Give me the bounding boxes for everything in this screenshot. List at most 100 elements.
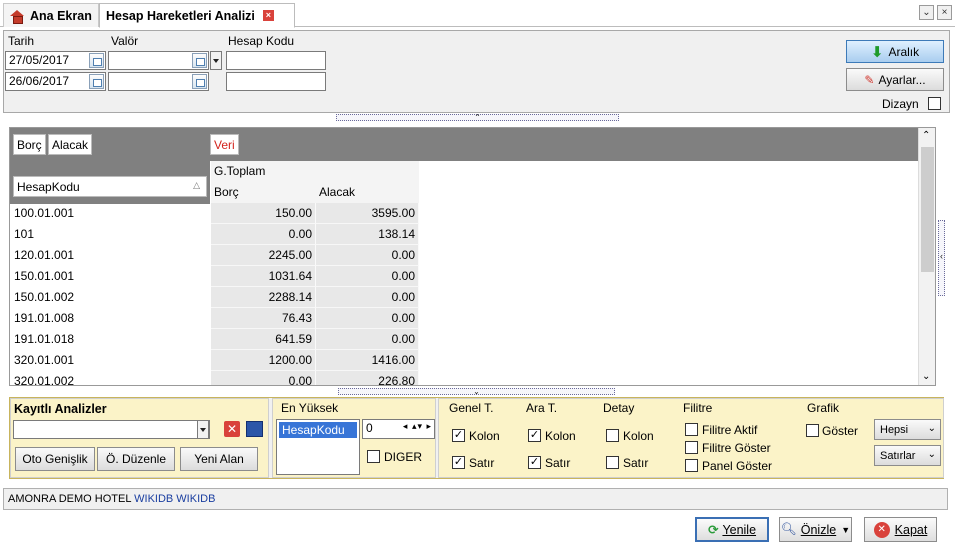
- diger-checkbox[interactable]: [367, 450, 380, 463]
- chevron-down-icon[interactable]: [197, 420, 209, 439]
- filitre-title: Filitre: [681, 401, 715, 415]
- en-yuksek-item[interactable]: HesapKodu: [279, 422, 357, 438]
- cell-alacak[interactable]: 0.00: [316, 287, 419, 308]
- cell-alacak[interactable]: 0.00: [316, 329, 419, 350]
- cell-alacak[interactable]: 226.80: [316, 371, 419, 385]
- cell-borc[interactable]: 76.43: [211, 308, 316, 329]
- hesap-kodu-from-input[interactable]: [226, 51, 326, 70]
- kapat-button[interactable]: ✕ Kapat: [864, 517, 937, 542]
- row-label[interactable]: 101: [10, 224, 210, 245]
- cell-borc[interactable]: 0.00: [211, 371, 316, 385]
- filitre-goster-checkbox[interactable]: [685, 441, 698, 454]
- cell-borc[interactable]: 1200.00: [211, 350, 316, 371]
- spinner-arrows-icon[interactable]: ◂ ▴▾ ▸: [403, 421, 432, 432]
- cell-alacak[interactable]: 0.00: [316, 266, 419, 287]
- ara-t-kolon-checkbox[interactable]: [528, 429, 541, 442]
- hepsi-select[interactable]: Hepsi ⌄: [874, 419, 941, 440]
- cell-alacak[interactable]: 138.14: [316, 224, 419, 245]
- save-icon[interactable]: [246, 421, 263, 437]
- chevron-down-icon[interactable]: ⌄: [919, 5, 934, 20]
- en-yuksek-count[interactable]: 0 ◂ ▴▾ ▸: [362, 419, 435, 439]
- yenile-label: Yenile: [722, 522, 757, 537]
- calendar-icon[interactable]: [192, 53, 207, 68]
- calendar-icon[interactable]: [89, 53, 104, 68]
- top-splitter[interactable]: ⌃: [336, 114, 619, 122]
- row-label[interactable]: 100.01.001: [10, 203, 210, 224]
- genel-t-satir-checkbox[interactable]: [452, 456, 465, 469]
- grafik-title: Grafik: [805, 401, 842, 415]
- satirlar-select[interactable]: Satırlar ⌄: [874, 445, 941, 466]
- chevron-down-icon[interactable]: ▼: [841, 525, 850, 535]
- cell-borc[interactable]: 1031.64: [211, 266, 316, 287]
- panel-goster-checkbox[interactable]: [685, 459, 698, 472]
- ara-t-satir-checkbox[interactable]: [528, 456, 541, 469]
- cell-borc[interactable]: 2288.14: [211, 287, 316, 308]
- grid-scrollbar[interactable]: ⌃ ⌄: [918, 128, 935, 385]
- valor-from-input[interactable]: [108, 51, 209, 70]
- cell-alacak[interactable]: 1416.00: [316, 350, 419, 371]
- filter-field-borc[interactable]: Borç: [13, 134, 46, 155]
- cell-alacak[interactable]: 3595.00: [316, 203, 419, 224]
- hesap-kodu-label: Hesap Kodu: [228, 34, 295, 48]
- tab-ana-ekran[interactable]: Ana Ekran: [3, 3, 99, 27]
- hesap-kodu-to-input[interactable]: [226, 72, 326, 91]
- calendar-icon[interactable]: [89, 74, 104, 89]
- side-splitter[interactable]: ‹: [938, 220, 945, 296]
- grafik-goster-label: Göster: [822, 424, 859, 438]
- column-header-alacak: Alacak: [316, 182, 419, 203]
- cell-borc[interactable]: 2245.00: [211, 245, 316, 266]
- cell-borc[interactable]: 0.00: [211, 224, 316, 245]
- row-field-hesapkodu[interactable]: HesapKodu △: [13, 176, 207, 197]
- ayarlar-button[interactable]: ✎ Ayarlar...: [846, 68, 944, 91]
- row-label[interactable]: 191.01.008: [10, 308, 210, 329]
- options-group: Genel T. Kolon Satır Ara T. Kolon Satır …: [438, 398, 944, 478]
- filitre-aktif-label: Filitre Aktif: [702, 423, 758, 437]
- dizayn-checkbox[interactable]: [928, 97, 941, 110]
- scroll-up-icon[interactable]: ⌃: [922, 130, 930, 141]
- detay-kolon-checkbox[interactable]: [606, 429, 619, 442]
- tarih-from-input[interactable]: 27/05/2017: [5, 51, 106, 70]
- tab-hesap-hareketleri-analizi[interactable]: Hesap Hareketleri Analizi ×: [99, 3, 295, 28]
- genel-t-kolon-checkbox[interactable]: [452, 429, 465, 442]
- close-icon[interactable]: ×: [262, 10, 274, 21]
- tab-bar: Ana Ekran Hesap Hareketleri Analizi × ⌄ …: [0, 0, 955, 28]
- aralik-label: Aralık: [888, 44, 920, 59]
- onizle-button[interactable]: 🔍︎ Önizle ▼: [779, 517, 852, 542]
- tarih-to-input[interactable]: 26/06/2017: [5, 72, 106, 91]
- grafik-goster-checkbox[interactable]: [806, 424, 819, 437]
- valor-to-input[interactable]: [108, 72, 209, 91]
- row-label[interactable]: 320.01.002: [10, 371, 210, 385]
- en-yuksek-count-value: 0: [366, 421, 373, 435]
- valor-dropdown-arrow[interactable]: [210, 51, 222, 70]
- scroll-thumb[interactable]: [921, 147, 934, 272]
- row-label[interactable]: 320.01.001: [10, 350, 210, 371]
- yeni-alan-button[interactable]: Yeni Alan: [180, 447, 258, 471]
- oto-genislik-button[interactable]: Oto Genişlik: [15, 447, 95, 471]
- filter-field-alacak[interactable]: Alacak: [48, 134, 93, 155]
- saved-analyses-select[interactable]: [13, 420, 210, 439]
- calendar-icon[interactable]: [192, 74, 207, 89]
- close-window-icon[interactable]: ×: [937, 5, 952, 20]
- filitre-aktif-checkbox[interactable]: [685, 423, 698, 436]
- detay-satir-checkbox[interactable]: [606, 456, 619, 469]
- cell-borc[interactable]: 150.00: [211, 203, 316, 224]
- detay-title: Detay: [601, 401, 637, 415]
- cell-alacak[interactable]: 0.00: [316, 308, 419, 329]
- row-label[interactable]: 150.01.001: [10, 266, 210, 287]
- data-field-veri[interactable]: Veri: [210, 134, 239, 155]
- row-label[interactable]: 191.01.018: [10, 329, 210, 350]
- refresh-icon: ⟳: [707, 523, 719, 537]
- detay-satir-label: Satır: [623, 456, 649, 470]
- genel-t-title: Genel T.: [447, 401, 496, 415]
- o-duzenle-button[interactable]: Ö. Düzenle: [97, 447, 175, 471]
- delete-icon[interactable]: ✕: [224, 421, 240, 437]
- aralik-button[interactable]: ⬇ Aralık: [846, 40, 944, 63]
- row-label[interactable]: 120.01.001: [10, 245, 210, 266]
- en-yuksek-list[interactable]: HesapKodu: [276, 419, 360, 475]
- cell-alacak[interactable]: 0.00: [316, 245, 419, 266]
- scroll-down-icon[interactable]: ⌄: [922, 371, 930, 382]
- cell-borc[interactable]: 641.59: [211, 329, 316, 350]
- yenile-button[interactable]: ⟳ Yenile: [695, 517, 769, 542]
- row-label[interactable]: 150.01.002: [10, 287, 210, 308]
- bottom-splitter[interactable]: ⌄: [338, 388, 615, 396]
